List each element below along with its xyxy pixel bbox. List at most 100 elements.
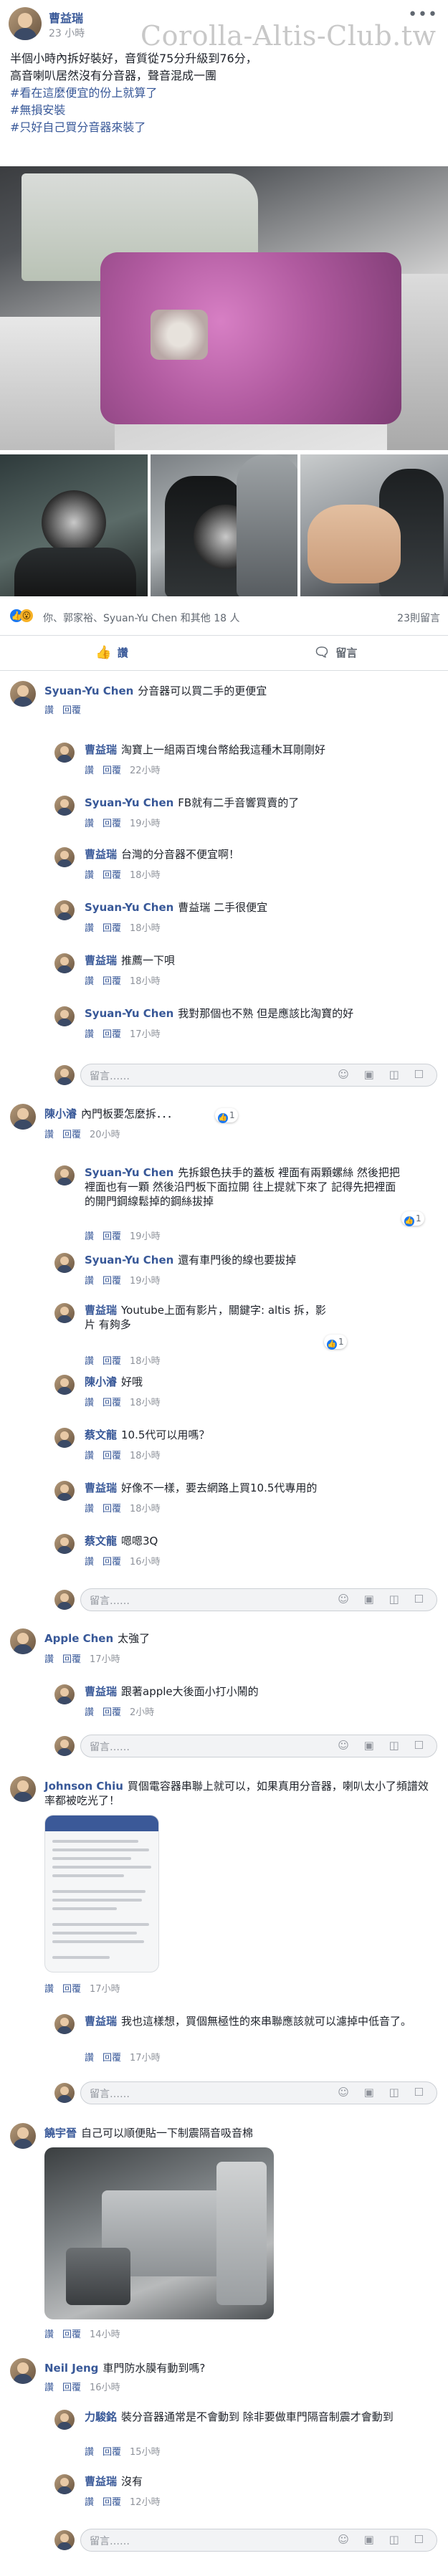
comment-like-link[interactable]: 讚 xyxy=(85,2447,94,2458)
comment-image-screenshot[interactable] xyxy=(44,1815,159,1972)
reply-input[interactable]: 留言…… ☺ ▣ ◫ ☐ xyxy=(80,2081,437,2104)
commenter-avatar[interactable] xyxy=(54,2014,75,2034)
commenter-avatar[interactable] xyxy=(10,1628,36,1654)
reply-input[interactable]: 留言…… ☺ ▣ ◫ ☐ xyxy=(80,1064,437,1087)
commenter-avatar[interactable] xyxy=(54,1684,75,1704)
reply-input[interactable]: 留言…… ☺ ▣ ◫ ☐ xyxy=(80,1588,437,1611)
comment-reply-link[interactable]: 回覆 xyxy=(103,2497,121,2508)
reply-tools-icons[interactable]: ☺ ▣ ◫ ☐ xyxy=(338,1739,429,1752)
reply-input[interactable]: 留言…… ☺ ▣ ◫ ☐ xyxy=(80,2529,437,2552)
commenter-name[interactable]: 曹益瑞 xyxy=(85,2015,117,2028)
comment-time[interactable]: 19小時 xyxy=(130,819,161,829)
comment-image-door-insulation[interactable] xyxy=(44,2147,274,2319)
comment-time[interactable]: 18小時 xyxy=(130,1356,161,1367)
comment-reply-link[interactable]: 回覆 xyxy=(62,1984,81,1995)
comment-time[interactable]: 15小時 xyxy=(130,2447,161,2458)
commenter-name[interactable]: Syuan-Yu Chen xyxy=(85,1254,173,1266)
comment-time[interactable]: 17小時 xyxy=(90,1654,120,1665)
commenter-name[interactable]: 曹益瑞 xyxy=(85,1304,117,1317)
reactions-bar[interactable]: 👍😮 你、郭家裕、Syuan-Yu Chen 和其他 18 人 23則留言 xyxy=(10,609,440,626)
commenter-avatar[interactable] xyxy=(10,1776,36,1802)
comment-like-link[interactable]: 讚 xyxy=(85,2497,94,2508)
comment-reply-link[interactable]: 回覆 xyxy=(103,1276,121,1287)
comment-time[interactable]: 19小時 xyxy=(130,1276,161,1287)
comment-count[interactable]: 23則留言 xyxy=(397,611,440,625)
commenter-name[interactable]: 饒宇晉 xyxy=(44,2127,77,2139)
commenter-name[interactable]: Syuan-Yu Chen xyxy=(85,1007,173,1020)
reply-tools-icons[interactable]: ☺ ▣ ◫ ☐ xyxy=(338,2533,429,2546)
comment-like-link[interactable]: 讚 xyxy=(44,705,54,716)
comment-time[interactable]: 18小時 xyxy=(130,870,161,881)
comment-like-link[interactable]: 讚 xyxy=(85,765,94,776)
comment-like-link[interactable]: 讚 xyxy=(85,1398,94,1408)
commenter-name[interactable]: 蔡文龍 xyxy=(85,1428,117,1441)
comment-like-link[interactable]: 讚 xyxy=(85,1557,94,1568)
commenter-avatar[interactable] xyxy=(54,1534,75,1554)
comment-time[interactable]: 20小時 xyxy=(90,1130,120,1140)
like-button[interactable]: 👍 讚 xyxy=(0,636,224,670)
post-photo-tweeter[interactable] xyxy=(0,454,148,596)
comment-like-link[interactable]: 讚 xyxy=(85,1276,94,1287)
commenter-name[interactable]: 陳小濬 xyxy=(85,1375,117,1388)
more-options-icon[interactable]: ••• xyxy=(408,7,438,23)
comment-time[interactable]: 18小時 xyxy=(130,1451,161,1461)
comment-reply-link[interactable]: 回覆 xyxy=(103,1231,121,1242)
comment-like-link[interactable]: 讚 xyxy=(44,2382,54,2393)
comment-time[interactable]: 18小時 xyxy=(130,923,161,934)
comment-reply-link[interactable]: 回覆 xyxy=(103,2447,121,2458)
post-photo-door-speaker[interactable] xyxy=(151,454,297,596)
commenter-name[interactable]: 曹益瑞 xyxy=(85,2475,117,2488)
comment-reply-link[interactable]: 回覆 xyxy=(103,2053,121,2064)
comment-like-link[interactable]: 讚 xyxy=(85,923,94,934)
post-photo-door-panel[interactable] xyxy=(0,166,448,450)
commenter-name[interactable]: Syuan-Yu Chen xyxy=(44,684,133,697)
comment-reply-link[interactable]: 回覆 xyxy=(62,705,81,716)
commenter-avatar[interactable] xyxy=(54,900,75,920)
comment-reply-link[interactable]: 回覆 xyxy=(103,976,121,987)
commenter-name[interactable]: 曹益瑞 xyxy=(85,848,117,861)
commenter-avatar[interactable] xyxy=(54,796,75,816)
comment-reply-link[interactable]: 回覆 xyxy=(103,923,121,934)
hashtag-link[interactable]: #看在這麼便宜的份上就算了 xyxy=(10,85,440,102)
comment-time[interactable]: 16小時 xyxy=(90,2382,120,2393)
comment-like-link[interactable]: 讚 xyxy=(85,1504,94,1514)
comment-reply-link[interactable]: 回覆 xyxy=(62,1130,81,1140)
commenter-avatar[interactable] xyxy=(54,1006,75,1026)
commenter-avatar[interactable] xyxy=(54,1428,75,1448)
comment-reply-link[interactable]: 回覆 xyxy=(103,1356,121,1367)
comment-reply-link[interactable]: 回覆 xyxy=(62,1654,81,1665)
comment-like-link[interactable]: 讚 xyxy=(85,1231,94,1242)
commenter-name[interactable]: 曹益瑞 xyxy=(85,954,117,967)
commenter-avatar[interactable] xyxy=(54,1375,75,1395)
author-avatar[interactable] xyxy=(9,7,42,40)
comment-time[interactable]: 16小時 xyxy=(130,1557,161,1568)
comment-like-link[interactable]: 讚 xyxy=(44,1984,54,1995)
commenter-avatar[interactable] xyxy=(54,1165,75,1186)
commenter-avatar[interactable] xyxy=(10,1104,36,1130)
comment-reply-link[interactable]: 回覆 xyxy=(103,1029,121,1040)
post-photo-hand-panel[interactable] xyxy=(300,454,448,596)
comment-like-link[interactable]: 讚 xyxy=(85,819,94,829)
commenter-name[interactable]: Syuan-Yu Chen xyxy=(85,796,173,809)
comment-reply-link[interactable]: 回覆 xyxy=(103,870,121,881)
commenter-name[interactable]: 陳小濬 xyxy=(44,1107,77,1120)
comment-time[interactable]: 14小時 xyxy=(90,2329,120,2340)
comment-reply-link[interactable]: 回覆 xyxy=(103,1557,121,1568)
comment-time[interactable]: 17小時 xyxy=(130,1029,161,1040)
commenter-avatar[interactable] xyxy=(10,681,36,707)
reaction-summary[interactable]: 你、郭家裕、Syuan-Yu Chen 和其他 18 人 xyxy=(43,611,239,625)
commenter-avatar[interactable] xyxy=(54,847,75,867)
hashtag-link[interactable]: #只好自己買分音器來裝了 xyxy=(10,119,440,136)
comment-like-link[interactable]: 讚 xyxy=(85,1451,94,1461)
comment-like-count[interactable]: 👍 1 xyxy=(324,1335,347,1350)
commenter-name[interactable]: Syuan-Yu Chen xyxy=(85,1166,173,1179)
comment-reply-link[interactable]: 回覆 xyxy=(103,1504,121,1514)
commenter-avatar[interactable] xyxy=(54,2474,75,2494)
commenter-avatar[interactable] xyxy=(54,1253,75,1273)
comment-time[interactable]: 18小時 xyxy=(130,976,161,987)
commenter-name[interactable]: 力駿銘 xyxy=(85,2410,117,2423)
comment-like-link[interactable]: 讚 xyxy=(85,2053,94,2064)
comment-time[interactable]: 19小時 xyxy=(130,1231,161,1242)
comment-like-link[interactable]: 讚 xyxy=(85,1029,94,1040)
commenter-name[interactable]: 曹益瑞 xyxy=(85,1482,117,1494)
